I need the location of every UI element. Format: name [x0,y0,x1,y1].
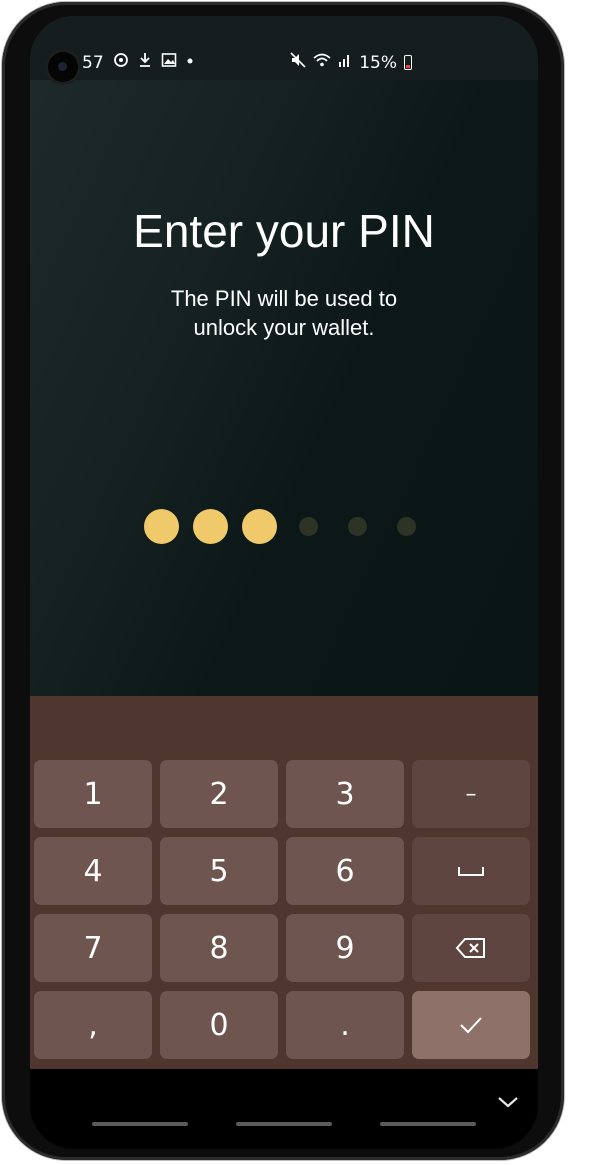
key-3[interactable]: 3 [286,760,404,828]
mute-icon [290,52,306,73]
dot-icon [186,52,194,73]
phone-frame: 57 15% Enter your PIN The PIN will be us… [2,2,564,1160]
hide-keyboard-chevron-icon[interactable] [496,1091,520,1116]
key-enter[interactable] [412,991,530,1059]
key-5[interactable]: 5 [160,837,278,905]
key-4[interactable]: 4 [34,837,152,905]
nav-recents-pill[interactable] [92,1122,188,1126]
key-minus[interactable]: – [412,760,530,828]
navigation-bar [30,1069,538,1149]
page-title: Enter your PIN [133,205,435,257]
pin-dot-filled [143,508,179,544]
key-8[interactable]: 8 [160,914,278,982]
status-right: 15% [290,52,412,73]
key-9[interactable]: 9 [286,914,404,982]
key-6[interactable]: 6 [286,837,404,905]
numeric-keyboard: 1 2 3– 4 5 6 7 8 9, 0. [30,696,538,1069]
key-backspace[interactable] [412,914,530,982]
pin-indicator [30,506,538,546]
wifi-icon [313,52,331,73]
front-camera [48,52,78,82]
status-bar: 57 15% [30,16,538,82]
battery-icon [404,55,412,70]
status-left: 57 [82,52,194,73]
page-subtitle: The PIN will be used to unlock your wall… [170,286,398,340]
pin-dot-filled [241,508,277,544]
nav-home-pill[interactable] [236,1122,332,1126]
key-2[interactable]: 2 [160,760,278,828]
pin-dot-empty [347,516,367,536]
backspace-icon [455,938,485,958]
key-1[interactable]: 1 [34,760,152,828]
checkmark-icon [460,1017,482,1034]
pin-dot-filled [192,508,228,544]
key-period[interactable]: . [286,991,404,1059]
status-time: 57 [82,52,104,73]
key-0[interactable]: 0 [160,991,278,1059]
space-icon [458,867,484,876]
download-icon [138,52,152,73]
screen: 57 15% Enter your PIN The PIN will be us… [30,16,538,1149]
key-space[interactable] [412,837,530,905]
pin-dot-empty [298,516,318,536]
sync-icon [113,52,129,73]
image-icon [161,52,177,73]
signal-icon [338,52,352,73]
key-comma[interactable]: , [34,991,152,1059]
app-background [30,16,538,696]
pin-dot-empty [396,516,416,536]
nav-back-pill[interactable] [380,1122,476,1126]
battery-percent: 15% [359,52,397,73]
key-7[interactable]: 7 [34,914,152,982]
